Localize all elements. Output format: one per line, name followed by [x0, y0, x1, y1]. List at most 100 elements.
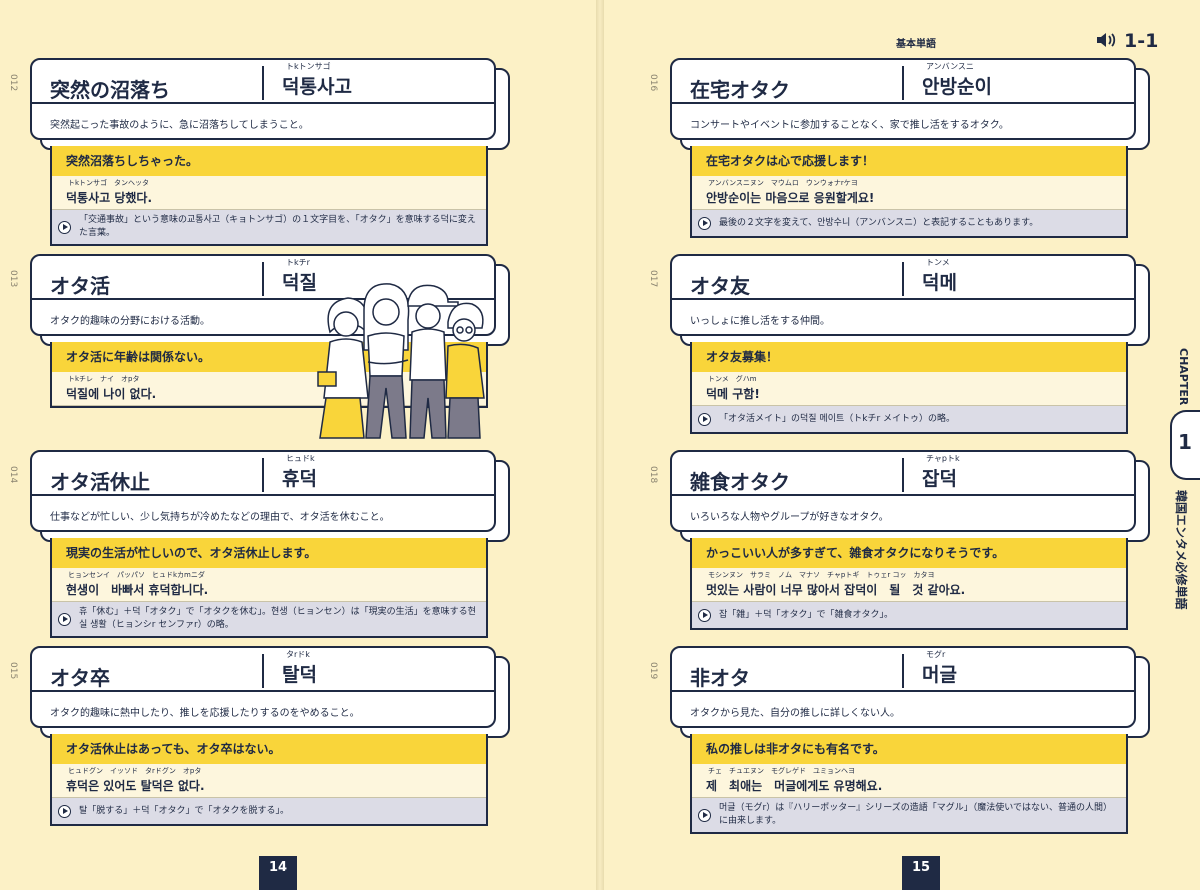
- example-box: オタ友募集！ トンメ グハm 덕메 구함! 「オタ活メイト」の덕질 메이트（トk…: [690, 342, 1128, 434]
- example-ruby: トkトンサゴ タンヘッタ: [68, 179, 150, 187]
- example-korean: 안방순이는 마음으로 응원할게요!: [706, 191, 875, 205]
- example-box: 在宅オタクは心で応援します！ アンバンスニヌン マウムロ ウンウォナrケヨ 안방…: [690, 146, 1128, 238]
- entry-note: 잡「雑」＋덕「オタク」で「雑食オタク」。: [692, 602, 1126, 628]
- play-icon[interactable]: [58, 220, 71, 234]
- term-description: 突然起こった事故のように、急に沼落ちしてしまうこと。: [50, 120, 309, 131]
- japanese-term: 突然の沼落ち: [50, 78, 170, 102]
- play-icon[interactable]: [698, 608, 711, 622]
- term-description: 仕事などが忙しい、少し気持ちが冷めたなどの理由で、オタ活を休むこと。: [50, 512, 390, 523]
- example-ruby: トンメ グハm: [708, 375, 757, 383]
- divider: [672, 494, 1134, 496]
- example-japanese: オタ友募集！: [692, 342, 1126, 372]
- korean-term: 탈덕: [282, 664, 317, 686]
- example-box: オタ活休止はあっても、オタ卒はない。 ヒュドグン イッソド タrドグン オpタ …: [50, 734, 488, 826]
- entry-note: 「交通事故」という意味の교통사고（キョトンサゴ）の１文字目を、「オタク」を意味す…: [52, 210, 486, 244]
- entry-number: 019: [648, 662, 658, 680]
- example-korean: 제 최애는 머글에게도 유명해요.: [706, 779, 883, 793]
- entry-number: 015: [8, 662, 18, 680]
- example-japanese: かっこいい人が多すぎて、雑食オタクになりそうです。: [692, 538, 1126, 568]
- entry-note: 머글（モグr）は『ハリーポッター』シリーズの造語「マグル」（魔法使いではない、普…: [692, 798, 1126, 832]
- divider: [902, 66, 904, 100]
- japanese-term: オタ活休止: [50, 470, 150, 494]
- divider: [262, 262, 264, 296]
- example-box: 私の推しは非オタにも有名です。 チェ チュエヌン モグレゲド ユミョンヘヨ 제 …: [690, 734, 1128, 834]
- term-description: コンサートやイベントに参加することなく、家で推し活をするオタク。: [690, 120, 1009, 131]
- example-korean-block: チェ チュエヌン モグレゲド ユミョンヘヨ 제 최애는 머글에게도 유명해요.: [692, 764, 1126, 798]
- entry-note: 탈「脱する」＋덕「オタク」で「オタクを脱する」。: [52, 798, 486, 824]
- entry-number: 017: [648, 270, 658, 288]
- divider: [262, 654, 264, 688]
- example-korean-block: アンバンスニヌン マウムロ ウンウォナrケヨ 안방순이는 마음으로 응원할게요!: [692, 176, 1126, 210]
- example-korean: 덕질에 나이 없다.: [66, 387, 157, 401]
- chapter-tab: CHAPTER 1 韓国エンタメ必修単語: [1170, 340, 1200, 670]
- example-ruby: チェ チュエヌン モグレゲド ユミョンヘヨ: [708, 767, 855, 775]
- example-korean-block: ヒュドグン イッソド タrドグン オpタ 휴덕은 있어도 탈덕은 없다.: [52, 764, 486, 798]
- example-box: 突然沼落ちしちゃった。 トkトンサゴ タンヘッタ 덕통사고 당했다. 「交通事故…: [50, 146, 488, 246]
- chapter-number-tab: 1: [1170, 410, 1200, 480]
- entry-note: 「オタ活メイト」の덕질 메이트（トkチr メイトゥ）の略。: [692, 406, 1126, 432]
- entry-number: 014: [8, 466, 18, 484]
- chapter-label: CHAPTER: [1177, 348, 1190, 406]
- divider: [902, 262, 904, 296]
- note-text: 「オタ活メイト」の덕질 메이트（トkチr メイトゥ）の略。: [719, 413, 956, 424]
- play-icon[interactable]: [58, 804, 71, 818]
- japanese-term: オタ卒: [50, 666, 110, 690]
- entry-note: 휴「休む」＋덕「オタク」で「オタクを休む」。현생（ヒョンセン）は「現実の生活」を…: [52, 602, 486, 636]
- note-text: 휴「休む」＋덕「オタク」で「オタクを休む」。현생（ヒョンセン）は「現実の生活」を…: [79, 607, 476, 630]
- vocab-entry: オタ活休止 ヒュドk 휴덕 仕事などが忙しい、少し気持ちが冷めたなどの理由で、オ…: [20, 450, 510, 638]
- term-description: オタク的趣味に熱中したり、推しを応援したりするのをやめること。: [50, 708, 360, 719]
- example-korean-block: トkトンサゴ タンヘッタ 덕통사고 당했다.: [52, 176, 486, 210]
- entry-number: 013: [8, 270, 18, 288]
- korean-term: 안방순이: [922, 76, 992, 98]
- track-number: 1-1: [1124, 30, 1159, 52]
- chapter-number: 1: [1178, 430, 1192, 454]
- divider: [32, 690, 494, 692]
- play-icon[interactable]: [698, 216, 711, 230]
- korean-ruby: チャpトk: [926, 454, 960, 463]
- example-japanese: 現実の生活が忙しいので、オタ活休止します。: [52, 538, 486, 568]
- japanese-term: 非オタ: [690, 666, 750, 690]
- play-icon[interactable]: [698, 808, 711, 822]
- divider: [902, 458, 904, 492]
- example-korean-block: モシンヌン サラミ ノム マナソ チャpトギ トゥェr コッ カタヨ 멋있는 사…: [692, 568, 1126, 602]
- page-number-left: 14: [259, 856, 297, 890]
- divider: [32, 494, 494, 496]
- korean-ruby: トkチr: [286, 258, 310, 267]
- example-korean-block: ヒョンセンイ パッパソ ヒュドkカmニダ 현생이 바빠서 휴덕합니다.: [52, 568, 486, 602]
- play-icon[interactable]: [58, 612, 71, 626]
- korean-ruby: トkトンサゴ: [286, 62, 331, 71]
- note-text: 탈「脱する」＋덕「オタク」で「オタクを脱する」。: [79, 805, 290, 816]
- term-description: オタクから見た、自分の推しに詳しくない人。: [690, 708, 900, 719]
- vocab-entry: オタ卒 タrドk 탈덕 オタク的趣味に熱中したり、推しを応援したりするのをやめる…: [20, 646, 510, 826]
- play-icon[interactable]: [698, 412, 711, 426]
- fans-illustration: [317, 283, 485, 439]
- japanese-term: オタ友: [690, 274, 750, 298]
- example-korean: 휴덕은 있어도 탈덕은 없다.: [66, 779, 205, 793]
- divider: [672, 102, 1134, 104]
- vocab-entry: 雑食オタク チャpトk 잡덕 いろいろな人物やグループが好きなオタク。 かっこい…: [660, 450, 1150, 630]
- term-description: オタク的趣味の分野における活動。: [50, 316, 210, 327]
- speaker-icon[interactable]: [1096, 32, 1116, 51]
- example-ruby: ヒュドグン イッソド タrドグン オpタ: [68, 767, 202, 775]
- korean-term: 잡덕: [922, 468, 957, 490]
- divider: [262, 458, 264, 492]
- divider: [262, 66, 264, 100]
- example-ruby: モシンヌン サラミ ノム マナソ チャpトギ トゥェr コッ カタヨ: [708, 571, 935, 579]
- term-description: いろいろな人物やグループが好きなオタク。: [690, 512, 889, 523]
- entry-number: 018: [648, 466, 658, 484]
- entry-card: 非オタ モグr 머글 オタクから見た、自分の推しに詳しくない人。: [670, 646, 1136, 728]
- korean-term: 덕통사고: [282, 76, 352, 98]
- entry-header: オタ友 トンメ 덕메 いっしょに推し活をする仲間。: [670, 254, 1150, 346]
- example-japanese: 私の推しは非オタにも有名です。: [692, 734, 1126, 764]
- vocab-entry: 非オタ モグr 머글 オタクから見た、自分の推しに詳しくない人。 私の推しは非オ…: [660, 646, 1150, 834]
- entry-header: オタ卒 タrドk 탈덕 オタク的趣味に熱中したり、推しを応援したりするのをやめる…: [30, 646, 510, 738]
- note-text: 잡「雑」＋덕「オタク」で「雑食オタク」。: [719, 609, 894, 620]
- example-korean: 멋있는 사람이 너무 많아서 잡덕이 될 것 같아요.: [706, 583, 966, 597]
- example-box: かっこいい人が多すぎて、雑食オタクになりそうです。 モシンヌン サラミ ノム マ…: [690, 538, 1128, 630]
- page-number-right: 15: [902, 856, 940, 890]
- divider: [672, 298, 1134, 300]
- japanese-term: オタ活: [50, 274, 110, 298]
- note-text: 머글（モグr）は『ハリーポッター』シリーズの造語「マグル」（魔法使いではない、普…: [719, 803, 1113, 826]
- example-ruby: ヒョンセンイ パッパソ ヒュドkカmニダ: [68, 571, 205, 579]
- example-ruby: アンバンスニヌン マウムロ ウンウォナrケヨ: [708, 179, 858, 187]
